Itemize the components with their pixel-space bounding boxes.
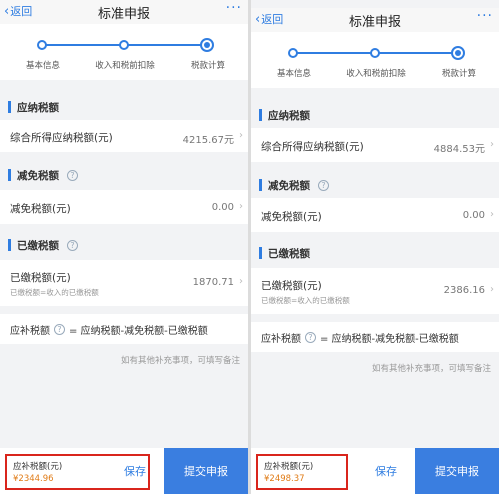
- chevron-right-icon: ›: [239, 130, 243, 141]
- section-header-payable: 应纳税额: [0, 94, 248, 120]
- step-label-tax: 税款计算: [441, 69, 477, 79]
- section-title: 减免税额: [17, 169, 59, 182]
- row-value: 0.00: [462, 210, 485, 221]
- chevron-right-icon: ›: [490, 209, 494, 220]
- progress-steps: 基本信息 收入和税前扣除 税款计算: [0, 24, 248, 80]
- nav-bar: ‹ 返回 标准申报 ···: [0, 0, 248, 24]
- step-label-income: 收入和税前扣除: [95, 61, 155, 71]
- row-paid[interactable]: 已缴税额(元) 已缴税额=收入的已缴税额 2386.16 ›: [251, 268, 499, 314]
- row-value: 1870.71: [192, 277, 234, 288]
- row-reduction[interactable]: 减免税额(元) 0.00 ›: [0, 190, 248, 224]
- row-label: 综合所得应纳税额(元): [261, 141, 364, 153]
- step-dot-basic: [288, 48, 298, 58]
- row-sub: 已缴税额=收入的已缴税额: [10, 288, 99, 297]
- amount-label: 应补税额(元): [264, 462, 314, 472]
- section-bar: [8, 101, 11, 113]
- step-dot-income: [370, 48, 380, 58]
- progress-steps: 基本信息 收入和税前扣除 税款计算: [251, 32, 499, 88]
- amount-value: ¥2344.96: [13, 474, 54, 484]
- chevron-right-icon: ›: [490, 139, 494, 150]
- row-label: 综合所得应纳税额(元): [10, 132, 113, 144]
- formula-label: 应补税额: [10, 325, 50, 337]
- remark-link[interactable]: 如有其他补充事项，可填写备注: [121, 354, 240, 366]
- help-icon[interactable]: ?: [54, 323, 65, 335]
- save-button[interactable]: 保存: [108, 448, 162, 494]
- row-label: 减免税额(元): [10, 203, 71, 215]
- step-label-basic: 基本信息: [25, 61, 61, 71]
- section-header-reduction: 减免税额 ?: [0, 162, 248, 188]
- step-dot-tax: [200, 38, 214, 52]
- section-bar: [259, 247, 262, 259]
- row-label: 已缴税额(元): [10, 272, 71, 284]
- row-value: 4884.53元: [433, 144, 485, 155]
- row-value: 2386.16: [443, 285, 485, 296]
- row-label: 已缴税额(元): [261, 280, 322, 292]
- help-icon[interactable]: ?: [305, 331, 316, 343]
- section-bar: [8, 239, 11, 251]
- step-label-basic: 基本信息: [276, 69, 312, 79]
- section-header-paid: 已缴税额: [251, 240, 499, 266]
- section-title: 已缴税额: [17, 239, 59, 252]
- step-label-tax: 税款计算: [190, 61, 226, 71]
- formula-row: 应补税额 ? = 应纳税额-减免税额-已缴税额: [0, 314, 248, 344]
- help-icon[interactable]: ?: [318, 179, 329, 191]
- left-panel: ‹ 返回 标准申报 ··· 基本信息 收入和税前扣除 税款计算 应纳税额 综合所…: [0, 0, 248, 494]
- formula-row: 应补税额 ? = 应纳税额-减免税额-已缴税额: [251, 322, 499, 352]
- save-button[interactable]: 保存: [359, 448, 413, 494]
- more-icon[interactable]: ···: [226, 0, 242, 16]
- nav-bar: ‹ 返回 标准申报 ···: [251, 8, 499, 32]
- bottom-bar: 应补税额(元) ¥2498.37 保存 提交申报: [251, 448, 499, 494]
- step-dot-tax: [451, 46, 465, 60]
- row-value: 0.00: [211, 202, 234, 213]
- section-header-paid: 已缴税额 ?: [0, 232, 248, 258]
- page-title: 标准申报: [97, 7, 150, 22]
- formula-label: 应补税额: [261, 333, 301, 345]
- remark-link[interactable]: 如有其他补充事项，可填写备注: [372, 362, 491, 374]
- chevron-right-icon: ›: [239, 201, 243, 212]
- right-panel: ‹ 返回 标准申报 ··· 基本信息 收入和税前扣除 税款计算 应纳税额 综合所…: [251, 0, 499, 494]
- formula-text: = 应纳税额-减免税额-已缴税额: [320, 333, 459, 345]
- section-title: 应纳税额: [268, 109, 310, 122]
- row-sub: 已缴税额=收入的已缴税额: [261, 296, 350, 305]
- step-dot-basic: [37, 40, 47, 50]
- submit-button[interactable]: 提交申报: [164, 448, 248, 494]
- section-title: 已缴税额: [268, 247, 310, 260]
- row-payable[interactable]: 综合所得应纳税额(元) 4884.53元 ›: [251, 128, 499, 162]
- row-value: 4215.67元: [182, 135, 234, 146]
- row-payable[interactable]: 综合所得应纳税额(元) 4215.67元 ›: [0, 120, 248, 152]
- row-paid[interactable]: 已缴税额(元) 已缴税额=收入的已缴税额 1870.71 ›: [0, 260, 248, 306]
- help-icon[interactable]: ?: [67, 169, 78, 181]
- chevron-right-icon: ›: [239, 276, 243, 287]
- help-icon[interactable]: ?: [67, 239, 78, 251]
- bottom-bar: 应补税额(元) ¥2344.96 保存 提交申报: [0, 448, 248, 494]
- section-bar: [8, 169, 11, 181]
- section-bar: [259, 109, 262, 121]
- page-title: 标准申报: [348, 15, 401, 30]
- row-label: 减免税额(元): [261, 211, 322, 223]
- amount-highlight: 应补税额(元) ¥2498.37: [256, 454, 348, 490]
- section-bar: [259, 179, 262, 191]
- section-header-payable: 应纳税额: [251, 102, 499, 128]
- chevron-right-icon: ›: [490, 284, 494, 295]
- section-title: 应纳税额: [17, 101, 59, 114]
- amount-label: 应补税额(元): [13, 462, 63, 472]
- step-label-income: 收入和税前扣除: [346, 69, 406, 79]
- formula-text: = 应纳税额-减免税额-已缴税额: [69, 325, 208, 337]
- section-header-reduction: 减免税额 ?: [251, 172, 499, 198]
- more-icon[interactable]: ···: [477, 8, 493, 24]
- amount-value: ¥2498.37: [264, 474, 305, 484]
- step-dot-income: [119, 40, 129, 50]
- submit-button[interactable]: 提交申报: [415, 448, 499, 494]
- row-reduction[interactable]: 减免税额(元) 0.00 ›: [251, 198, 499, 232]
- section-title: 减免税额: [268, 179, 310, 192]
